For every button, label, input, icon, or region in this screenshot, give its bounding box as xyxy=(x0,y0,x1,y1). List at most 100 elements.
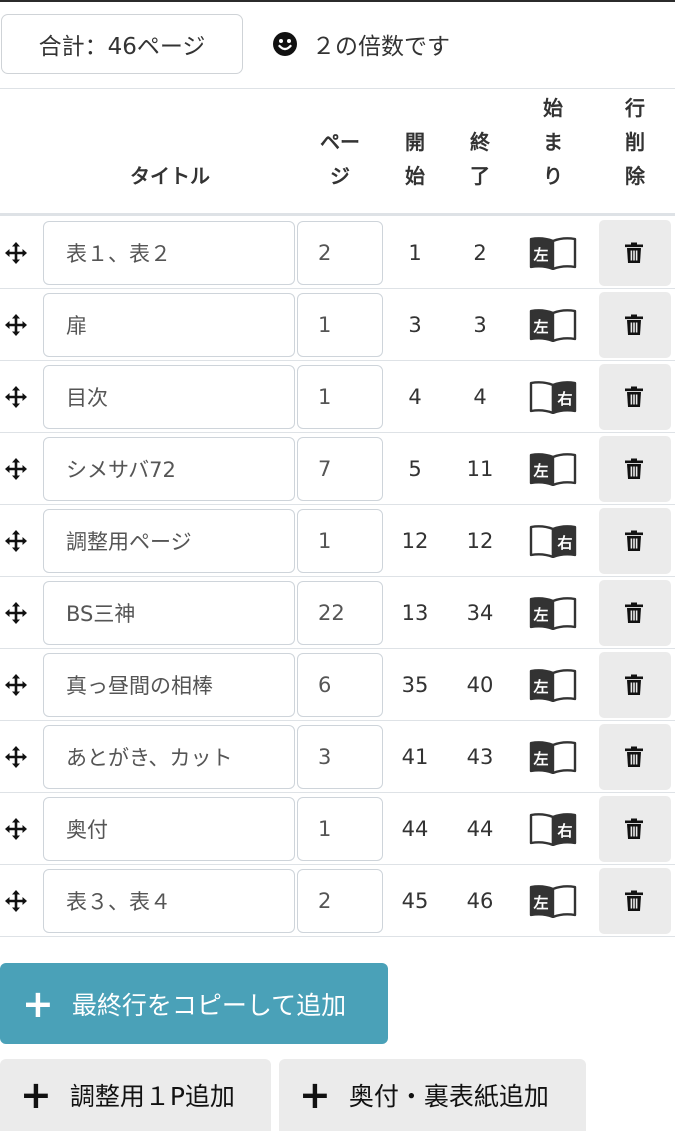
table-row: 1 2 左 xyxy=(0,217,675,289)
book-left-start-icon[interactable]: 左 xyxy=(528,596,578,631)
status-text: ２の倍数です xyxy=(312,34,450,60)
end-page: 43 xyxy=(466,745,494,769)
page-count-input[interactable] xyxy=(297,221,383,285)
header-delete: 行削除 xyxy=(625,96,645,188)
delete-row-button[interactable] xyxy=(599,580,671,646)
start-page: 12 xyxy=(401,529,429,553)
delete-row-button[interactable] xyxy=(599,292,671,358)
start-side-label: 右 xyxy=(557,534,572,552)
drag-handle-icon[interactable] xyxy=(4,745,28,769)
start-page: 41 xyxy=(401,745,429,769)
table-header: タイトル ページ 開始 終了 始まり 行削除 xyxy=(0,88,675,216)
book-left-start-icon[interactable]: 左 xyxy=(528,452,578,487)
drag-handle-icon[interactable] xyxy=(4,241,28,265)
page-count-input[interactable] xyxy=(297,365,383,429)
page-count-input[interactable] xyxy=(297,293,383,357)
title-input[interactable] xyxy=(43,509,295,573)
book-left-start-icon[interactable]: 左 xyxy=(528,668,578,703)
header-begin-side: 始まり xyxy=(543,96,563,188)
title-input[interactable] xyxy=(43,221,295,285)
title-input[interactable] xyxy=(43,365,295,429)
end-page: 2 xyxy=(473,241,487,265)
title-input[interactable] xyxy=(43,437,295,501)
page-count-input[interactable] xyxy=(297,797,383,861)
start-page: 35 xyxy=(401,673,429,697)
drag-handle-icon[interactable] xyxy=(4,673,28,697)
book-left-start-icon[interactable]: 左 xyxy=(528,236,578,271)
book-left-start-icon[interactable]: 左 xyxy=(528,740,578,775)
start-side-label: 右 xyxy=(557,390,572,408)
drag-handle-icon[interactable] xyxy=(4,601,28,625)
start-page: 44 xyxy=(401,817,429,841)
delete-row-button[interactable] xyxy=(599,724,671,790)
end-page: 46 xyxy=(466,889,494,913)
book-right-start-icon[interactable]: 右 xyxy=(528,812,578,847)
end-page: 40 xyxy=(466,673,494,697)
plus-icon: + xyxy=(20,1073,52,1117)
table-row: 45 46 左 xyxy=(0,865,675,937)
title-input[interactable] xyxy=(43,869,295,933)
book-left-start-icon[interactable]: 左 xyxy=(528,308,578,343)
drag-handle-icon[interactable] xyxy=(4,817,28,841)
delete-row-button[interactable] xyxy=(599,868,671,934)
drag-handle-icon[interactable] xyxy=(4,529,28,553)
title-input[interactable] xyxy=(43,581,295,645)
title-input[interactable] xyxy=(43,797,295,861)
start-side-label: 右 xyxy=(557,822,572,840)
header-end: 終了 xyxy=(470,130,490,188)
header-start: 開始 xyxy=(405,130,425,188)
end-page: 4 xyxy=(473,385,487,409)
end-page: 44 xyxy=(466,817,494,841)
add-colophon-button[interactable]: + 奥付・裏表紙追加 xyxy=(279,1059,586,1131)
header-title: タイトル xyxy=(130,164,210,188)
table-row: 44 44 右 xyxy=(0,793,675,865)
smile-icon xyxy=(273,32,297,56)
plus-icon: + xyxy=(299,1073,331,1117)
title-input[interactable] xyxy=(43,653,295,717)
end-page: 34 xyxy=(466,601,494,625)
table-row: 35 40 左 xyxy=(0,649,675,721)
table-row: 12 12 右 xyxy=(0,505,675,577)
page-count-input[interactable] xyxy=(297,581,383,645)
page-count-input[interactable] xyxy=(297,437,383,501)
table-row: 41 43 左 xyxy=(0,721,675,793)
page-count-input[interactable] xyxy=(297,725,383,789)
title-input[interactable] xyxy=(43,293,295,357)
start-page: 5 xyxy=(408,457,422,481)
delete-row-button[interactable] xyxy=(599,652,671,718)
drag-handle-icon[interactable] xyxy=(4,385,28,409)
start-page: 3 xyxy=(408,313,422,337)
delete-row-button[interactable] xyxy=(599,508,671,574)
start-side-label: 左 xyxy=(532,894,548,912)
page-count-input[interactable] xyxy=(297,653,383,717)
delete-row-button[interactable] xyxy=(599,796,671,862)
start-side-label: 左 xyxy=(532,678,548,696)
table-row: 5 11 左 xyxy=(0,433,675,505)
table-row: 3 3 左 xyxy=(0,289,675,361)
delete-row-button[interactable] xyxy=(599,364,671,430)
book-left-start-icon[interactable]: 左 xyxy=(528,884,578,919)
copy-last-row-button[interactable]: + 最終行をコピーして追加 xyxy=(0,963,388,1044)
plus-icon: + xyxy=(22,981,54,1026)
total-pages-text: 合計：46ページ xyxy=(38,34,206,60)
start-page: 45 xyxy=(401,889,429,913)
table-row: 4 4 右 xyxy=(0,361,675,433)
drag-handle-icon[interactable] xyxy=(4,457,28,481)
header-pages: ページ xyxy=(320,130,360,188)
start-page: 13 xyxy=(401,601,429,625)
end-page: 11 xyxy=(466,457,494,481)
page-count-input[interactable] xyxy=(297,869,383,933)
summary-bar: 合計：46ページ ２の倍数です xyxy=(0,14,675,74)
table-row: 13 34 左 xyxy=(0,577,675,649)
delete-row-button[interactable] xyxy=(599,220,671,286)
book-right-start-icon[interactable]: 右 xyxy=(528,524,578,559)
start-side-label: 左 xyxy=(532,318,548,336)
status-message: ２の倍数です xyxy=(272,14,450,74)
delete-row-button[interactable] xyxy=(599,436,671,502)
drag-handle-icon[interactable] xyxy=(4,313,28,337)
add-adjust-page-button[interactable]: + 調整用１P追加 xyxy=(0,1059,271,1131)
page-count-input[interactable] xyxy=(297,509,383,573)
drag-handle-icon[interactable] xyxy=(4,889,28,913)
book-right-start-icon[interactable]: 右 xyxy=(528,380,578,415)
title-input[interactable] xyxy=(43,725,295,789)
